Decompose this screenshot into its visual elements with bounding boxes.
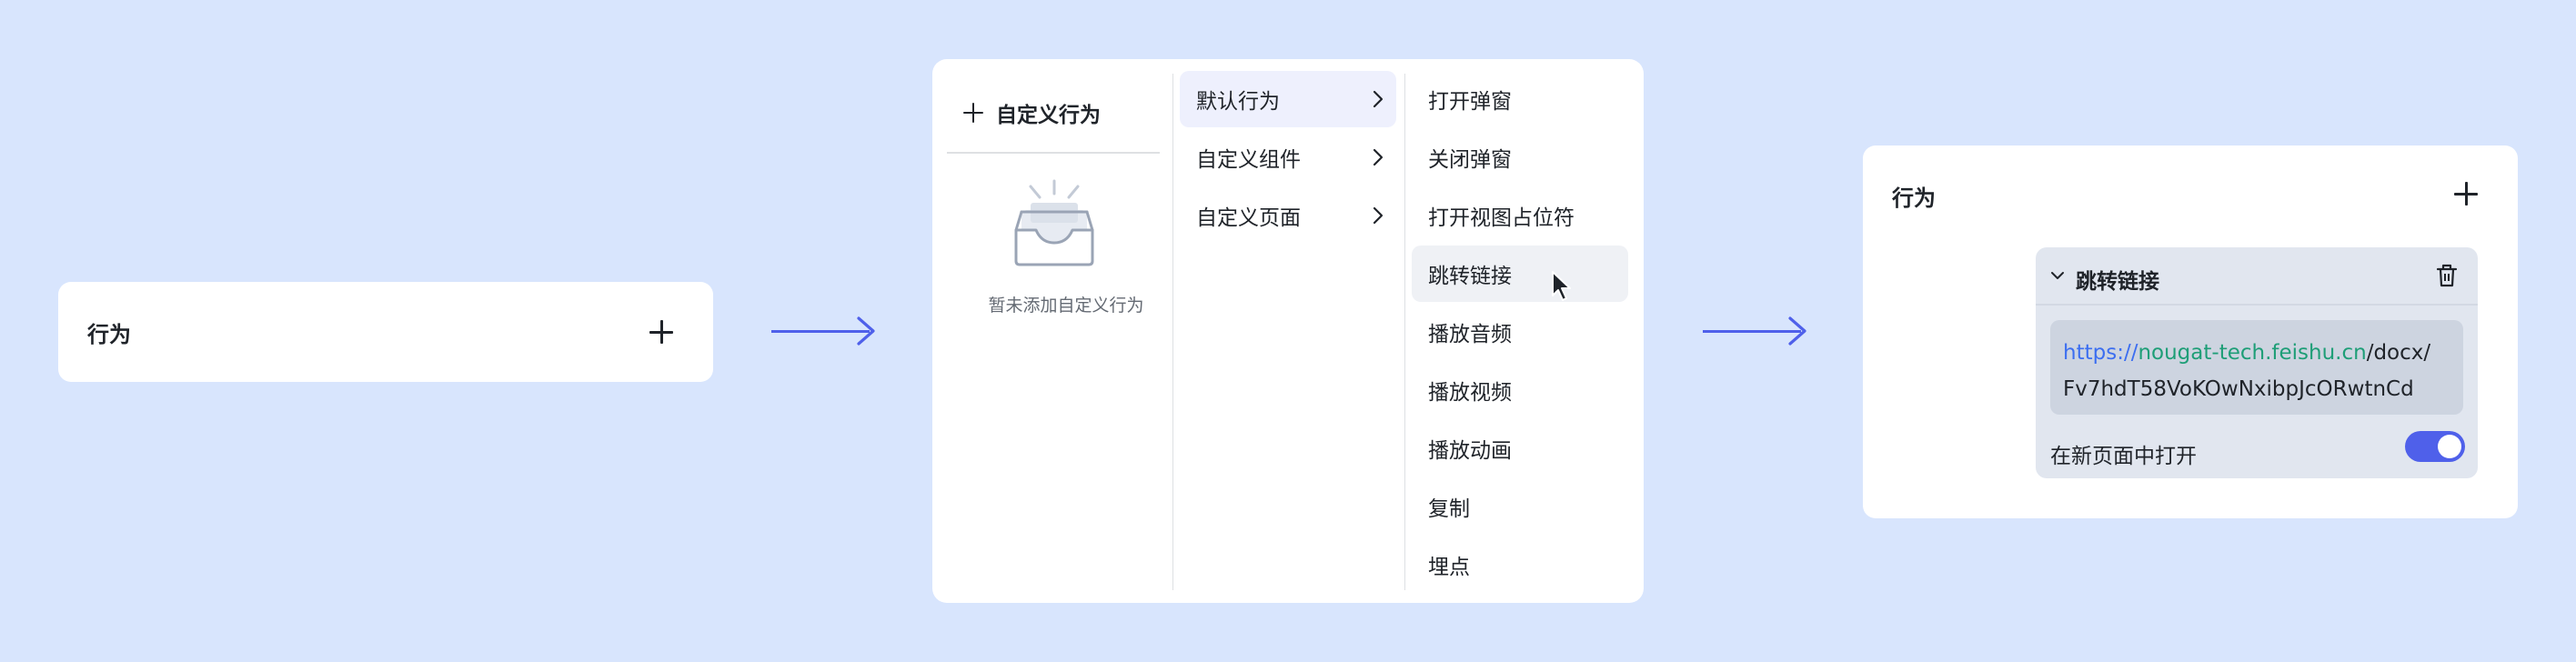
url-host: nougat-tech.feishu.cn bbox=[2138, 341, 2367, 365]
empty-inbox-icon bbox=[1014, 179, 1094, 266]
action-label: 打开弹窗 bbox=[1428, 90, 1512, 114]
divider bbox=[1172, 74, 1173, 590]
add-behavior-button[interactable] bbox=[649, 320, 673, 344]
action-close-dialog[interactable]: 关闭弹窗 bbox=[1412, 129, 1628, 186]
action-name: 跳转链接 bbox=[2076, 270, 2159, 294]
add-behavior-button[interactable] bbox=[2454, 182, 2478, 206]
category-custom-page[interactable]: 自定义页面 bbox=[1180, 187, 1396, 244]
chevron-right-icon bbox=[1373, 148, 1384, 166]
action-copy[interactable]: 复制 bbox=[1412, 478, 1628, 535]
add-custom-behavior-button[interactable]: 自定义行为 bbox=[963, 94, 1101, 132]
url-input[interactable]: https://nougat-tech.feishu.cn/docx/Fv7hd… bbox=[2050, 320, 2463, 415]
divider bbox=[2036, 304, 2478, 306]
trash-icon[interactable] bbox=[2436, 264, 2458, 287]
plus-icon bbox=[963, 103, 983, 123]
action-play-animation[interactable]: 播放动画 bbox=[1412, 420, 1628, 476]
action-label: 跳转链接 bbox=[1428, 265, 1512, 288]
action-label: 关闭弹窗 bbox=[1428, 148, 1512, 172]
open-new-page-toggle[interactable] bbox=[2405, 431, 2465, 462]
action-label: 打开视图占位符 bbox=[1428, 206, 1575, 230]
divider bbox=[1404, 74, 1405, 590]
action-label: 埋点 bbox=[1428, 556, 1470, 579]
url-path-1: /docx/ bbox=[2366, 341, 2431, 365]
action-label: 播放视频 bbox=[1428, 381, 1512, 405]
divider bbox=[947, 152, 1160, 154]
category-custom-component[interactable]: 自定义组件 bbox=[1180, 129, 1396, 186]
category-label: 默认行为 bbox=[1196, 90, 1280, 114]
chevron-down-icon[interactable] bbox=[2050, 271, 2065, 280]
jump-link-header[interactable]: 跳转链接 bbox=[2036, 247, 2478, 304]
action-jump-link[interactable]: 跳转链接 bbox=[1412, 246, 1628, 302]
arrow-head-icon bbox=[857, 316, 875, 346]
action-open-dialog[interactable]: 打开弹窗 bbox=[1412, 71, 1628, 127]
add-custom-behavior-label: 自定义行为 bbox=[996, 104, 1101, 127]
behavior-title: 行为 bbox=[87, 322, 131, 347]
url-path-2: Fv7hdT58VoKOwNxibpJcORwtnCd bbox=[2063, 377, 2414, 401]
category-default-behavior[interactable]: 默认行为 bbox=[1180, 71, 1396, 127]
category-label: 自定义组件 bbox=[1196, 148, 1301, 172]
toggle-knob bbox=[2438, 435, 2461, 458]
behavior-panel-configured: 行为 跳转链接 https://nougat-tech.feishu.cn/do… bbox=[1863, 145, 2518, 518]
behavior-title: 行为 bbox=[1892, 186, 1936, 211]
add-behavior-menu: 自定义行为 暂未添加自定义行为 默认行为 自定义组件 自定义页面 打开弹窗 关闭… bbox=[932, 59, 1644, 603]
chevron-right-icon bbox=[1373, 206, 1384, 225]
action-play-audio[interactable]: 播放音频 bbox=[1412, 304, 1628, 360]
action-play-video[interactable]: 播放视频 bbox=[1412, 362, 1628, 418]
action-label: 播放动画 bbox=[1428, 439, 1512, 463]
action-open-view-placeholder[interactable]: 打开视图占位符 bbox=[1412, 187, 1628, 244]
action-label: 复制 bbox=[1428, 497, 1470, 521]
empty-state-text: 暂未添加自定义行为 bbox=[988, 296, 1144, 316]
flow-arrow-icon bbox=[1703, 313, 1806, 349]
chevron-right-icon bbox=[1373, 90, 1384, 108]
url-scheme: https:// bbox=[2063, 341, 2138, 365]
category-label: 自定义页面 bbox=[1196, 206, 1301, 230]
behavior-panel-collapsed: 行为 bbox=[58, 282, 713, 382]
action-label: 播放音频 bbox=[1428, 323, 1512, 346]
open-new-page-label: 在新页面中打开 bbox=[2050, 445, 2197, 468]
flow-arrow-icon bbox=[771, 313, 875, 349]
jump-link-config: 跳转链接 https://nougat-tech.feishu.cn/docx/… bbox=[2036, 247, 2478, 478]
action-tracking[interactable]: 埋点 bbox=[1412, 537, 1628, 593]
arrow-head-icon bbox=[1788, 316, 1806, 346]
mouse-cursor-icon bbox=[1552, 271, 1571, 301]
